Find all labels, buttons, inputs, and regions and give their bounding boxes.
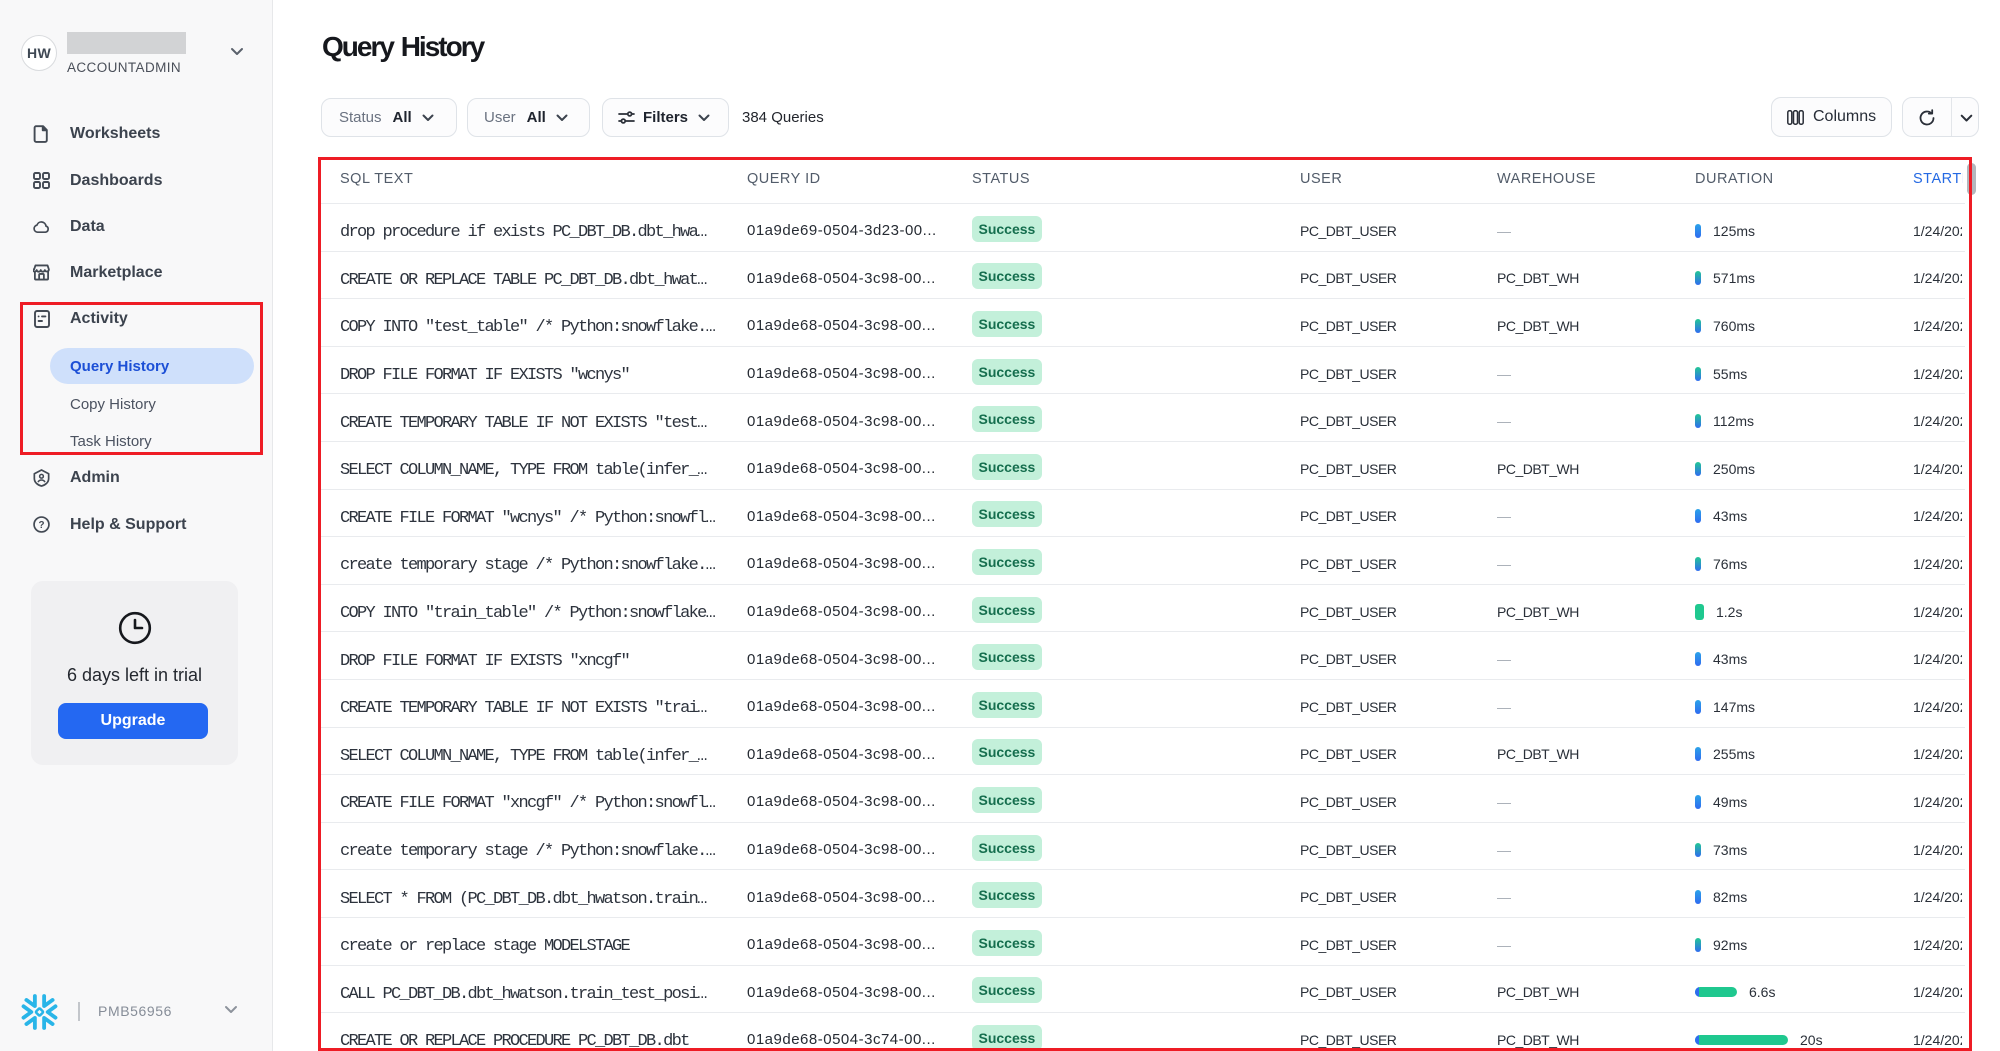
svg-text:?: ?: [38, 520, 44, 531]
